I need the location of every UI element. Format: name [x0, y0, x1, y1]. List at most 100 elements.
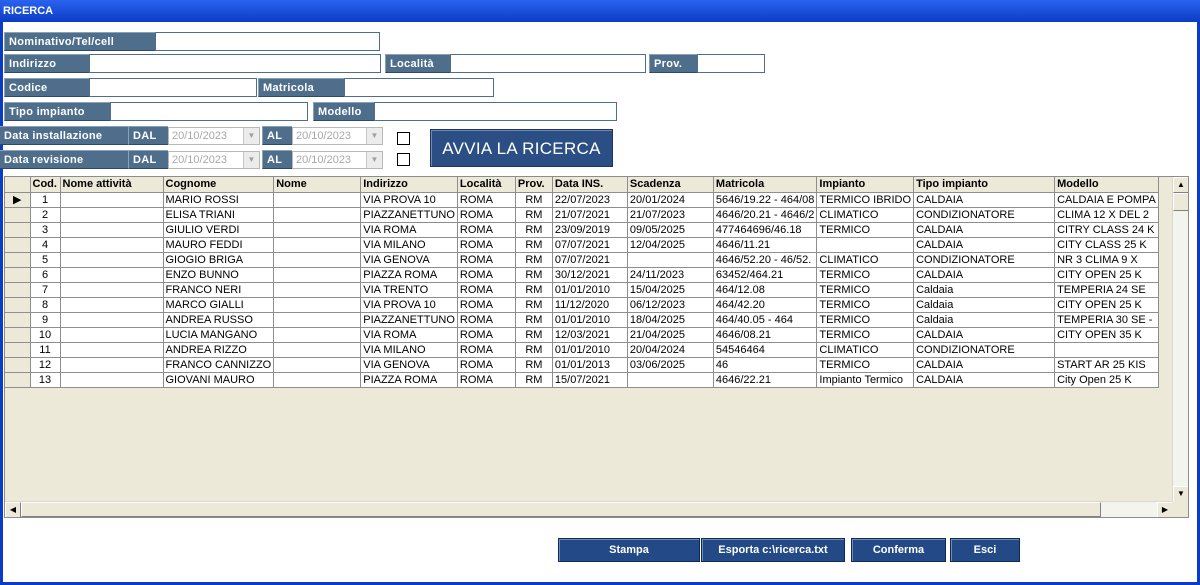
dropdown-arrow-icon[interactable]: ▼: [243, 152, 259, 168]
table-row[interactable]: 13 GIOVANI MAURO PIAZZA ROMA ROMA RM 15/07/20…: [5, 372, 1159, 388]
table-cell[interactable]: CITY OPEN 25 K: [1054, 267, 1159, 283]
table-cell[interactable]: [60, 372, 164, 388]
table-cell[interactable]: 13: [30, 372, 61, 388]
table-cell[interactable]: ROMA: [457, 267, 516, 283]
table-cell[interactable]: 20/01/2024: [627, 192, 714, 208]
table-cell[interactable]: 7: [30, 282, 61, 298]
table-cell[interactable]: VIA PROVA 10: [360, 297, 458, 313]
table-row[interactable]: ▶ 1 MARIO ROSSI VIA PROVA 10 ROMA RM 22/07/202…: [5, 192, 1159, 208]
table-cell[interactable]: CALDAIA: [913, 372, 1056, 388]
table-cell[interactable]: ROMA: [457, 357, 516, 373]
row-selector[interactable]: [5, 252, 31, 268]
table-cell[interactable]: MARCO GIALLI: [163, 297, 275, 313]
table-cell[interactable]: CALDAIA: [913, 267, 1056, 283]
table-cell[interactable]: [273, 222, 362, 238]
rev-date-checkbox[interactable]: [397, 153, 410, 166]
column-header[interactable]: Nome attività: [60, 177, 164, 193]
table-cell[interactable]: TEMPERIA 24 SE: [1054, 282, 1159, 298]
rev-dal-date[interactable]: 20/10/2023 ▼: [168, 151, 260, 169]
table-cell[interactable]: 21/04/2025: [627, 327, 714, 343]
table-cell[interactable]: 4646/11.21: [713, 237, 818, 253]
table-cell[interactable]: ANDREA RIZZO: [163, 342, 275, 358]
table-cell[interactable]: TERMICO: [816, 297, 915, 313]
table-cell[interactable]: [60, 282, 164, 298]
table-cell[interactable]: [273, 297, 362, 313]
table-cell[interactable]: RM: [515, 342, 553, 358]
scroll-left-icon[interactable]: ◀: [5, 502, 21, 517]
table-cell[interactable]: TERMICO: [816, 357, 915, 373]
table-cell[interactable]: [273, 342, 362, 358]
table-row[interactable]: 3 GIULIO VERDI VIA ROMA ROMA RM 23/09/2019 09/…: [5, 222, 1159, 238]
table-cell[interactable]: [60, 312, 164, 328]
rev-al-date[interactable]: 20/10/2023 ▼: [292, 151, 383, 169]
table-cell[interactable]: 06/12/2023: [627, 297, 714, 313]
table-cell[interactable]: RM: [515, 327, 553, 343]
table-cell[interactable]: Caldaia: [913, 297, 1056, 313]
table-cell[interactable]: 09/05/2025: [627, 222, 714, 238]
table-cell[interactable]: CITRY CLASS 24 K: [1054, 222, 1159, 238]
table-cell[interactable]: ELISA TRIANI: [163, 207, 275, 223]
dropdown-arrow-icon[interactable]: ▼: [366, 128, 382, 144]
table-cell[interactable]: RM: [515, 192, 553, 208]
table-cell[interactable]: [273, 372, 362, 388]
column-header[interactable]: Nome: [273, 177, 362, 193]
horizontal-scrollbar[interactable]: ◀ ▶: [5, 501, 1173, 517]
esci-button[interactable]: Esci: [950, 538, 1020, 562]
row-selector[interactable]: [5, 357, 31, 373]
table-cell[interactable]: 15/04/2025: [627, 282, 714, 298]
table-cell[interactable]: RM: [515, 237, 553, 253]
row-selector[interactable]: [5, 327, 31, 343]
table-cell[interactable]: [60, 222, 164, 238]
table-row[interactable]: 7 FRANCO NERI VIA TRENTO ROMA RM 01/01/2010 15…: [5, 282, 1159, 298]
column-header[interactable]: Data INS.: [552, 177, 628, 193]
prov-input[interactable]: [697, 54, 765, 73]
table-cell[interactable]: [627, 372, 714, 388]
table-cell[interactable]: 01/01/2013: [552, 357, 628, 373]
row-selector[interactable]: [5, 312, 31, 328]
table-cell[interactable]: MAURO FEDDI: [163, 237, 275, 253]
table-cell[interactable]: [273, 312, 362, 328]
table-row[interactable]: 11 ANDREA RIZZO VIA MILANO ROMA RM 01/01/2010…: [5, 342, 1159, 358]
matricola-input[interactable]: [344, 78, 494, 97]
table-cell[interactable]: RM: [515, 372, 553, 388]
table-cell[interactable]: [273, 192, 362, 208]
table-cell[interactable]: 21/07/2023: [627, 207, 714, 223]
table-cell[interactable]: [60, 357, 164, 373]
table-cell[interactable]: Impianto Termico: [816, 372, 915, 388]
column-header[interactable]: Matricola: [713, 177, 818, 193]
column-header[interactable]: Cognome: [163, 177, 275, 193]
table-cell[interactable]: ROMA: [457, 327, 516, 343]
table-cell[interactable]: 477464696/46.18: [713, 222, 818, 238]
table-cell[interactable]: RM: [515, 252, 553, 268]
table-cell[interactable]: PIAZZA ROMA: [360, 267, 458, 283]
indirizzo-input[interactable]: [89, 54, 381, 73]
column-header[interactable]: Modello: [1054, 177, 1159, 193]
table-cell[interactable]: 12/04/2025: [627, 237, 714, 253]
scroll-up-icon[interactable]: ▲: [1173, 177, 1188, 193]
horizontal-scroll-thumb[interactable]: [21, 502, 1101, 517]
table-cell[interactable]: CALDAIA E POMPA: [1054, 192, 1159, 208]
table-cell[interactable]: VIA ROMA: [360, 327, 458, 343]
row-selector[interactable]: [5, 372, 31, 388]
vertical-scrollbar[interactable]: ▲ ▼: [1172, 177, 1188, 502]
table-cell[interactable]: 03/06/2025: [627, 357, 714, 373]
table-cell[interactable]: FRANCO NERI: [163, 282, 275, 298]
row-selector[interactable]: [5, 342, 31, 358]
table-cell[interactable]: [1054, 342, 1159, 358]
modello-input[interactable]: [374, 102, 617, 121]
column-header[interactable]: Indirizzo: [360, 177, 458, 193]
table-cell[interactable]: VIA GENOVA: [360, 252, 458, 268]
table-cell[interactable]: TERMICO: [816, 327, 915, 343]
table-cell[interactable]: [60, 342, 164, 358]
table-cell[interactable]: 63452/464.21: [713, 267, 818, 283]
table-cell[interactable]: RM: [515, 282, 553, 298]
table-cell[interactable]: RM: [515, 357, 553, 373]
table-cell[interactable]: ROMA: [457, 222, 516, 238]
table-cell[interactable]: VIA MILANO: [360, 237, 458, 253]
table-cell[interactable]: 30/12/2021: [552, 267, 628, 283]
table-cell[interactable]: 01/01/2010: [552, 282, 628, 298]
table-row[interactable]: 5 GIOGIO BRIGA VIA GENOVA ROMA RM 07/07/2021 4…: [5, 252, 1159, 268]
table-cell[interactable]: START AR 25 KIS: [1054, 357, 1159, 373]
table-cell[interactable]: GIOVANI MAURO: [163, 372, 275, 388]
table-row[interactable]: 8 MARCO GIALLI VIA PROVA 10 ROMA RM 11/12/202…: [5, 297, 1159, 313]
